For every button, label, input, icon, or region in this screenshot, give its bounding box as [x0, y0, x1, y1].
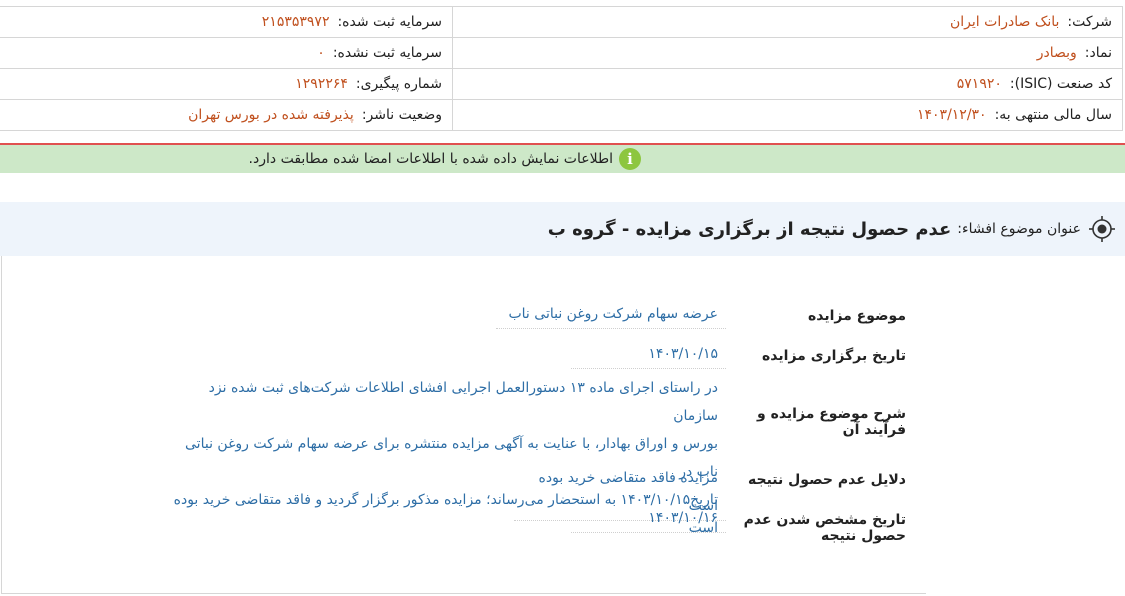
target-icon: [1089, 216, 1115, 242]
subject-title: عدم حصول نتیجه از برگزاری مزایده - گروه …: [547, 218, 952, 240]
tracking-cell: شماره پیگیری: ۱۲۹۲۲۶۴: [0, 68, 453, 100]
fiscal-year-label: سال مالی منتهی به:: [994, 107, 1112, 123]
subject-bar: عنوان موضوع افشاء: عدم حصول نتیجه از برگ…: [0, 202, 1125, 256]
detail-label: دلایل عدم حصول نتیجه: [748, 472, 906, 488]
company-cell: شرکت: بانک صادرات ایران: [452, 6, 1123, 38]
unregistered-capital-label: سرمایه ثبت نشده:: [332, 45, 442, 61]
detail-row-subject: موضوع مزایده عرضه سهام شرکت روغن نباتی ن…: [496, 300, 926, 329]
isic-value: ۵۷۱۹۲۰: [956, 76, 1002, 92]
fiscal-year-value: ۱۴۰۳/۱۲/۳۰: [916, 107, 987, 123]
company-label: شرکت:: [1067, 14, 1112, 30]
tracking-value: ۱۲۹۲۲۶۴: [295, 76, 348, 92]
registered-capital-cell: سرمایه ثبت شده: ۲۱۵۳۵۳۹۷۲: [0, 6, 453, 38]
symbol-label: نماد:: [1084, 45, 1112, 61]
detail-value: ۱۴۰۳/۱۰/۱۵: [571, 340, 726, 369]
info-row: نماد: وبصادر سرمایه ثبت نشده: ۰: [0, 37, 1123, 69]
publisher-status-cell: وضعیت ناشر: پذیرفته شده در بورس تهران: [0, 99, 453, 131]
info-row: شرکت: بانک صادرات ایران سرمایه ثبت شده: ۲۱…: [0, 6, 1123, 38]
isic-cell: کد صنعت (ISIC): ۵۷۱۹۲۰: [452, 68, 1123, 100]
verification-content: i اطلاعات نمایش داده شده با اطلاعات امضا…: [249, 148, 641, 170]
isic-label: کد صنعت (ISIC):: [1009, 76, 1112, 92]
symbol-value: وبصادر: [1036, 45, 1077, 61]
info-row: سال مالی منتهی به: ۱۴۰۳/۱۲/۳۰ وضعیت ناشر:…: [0, 99, 1123, 131]
detail-label: شرح موضوع مزایده و فرآیند آن: [757, 406, 906, 438]
detail-label: موضوع مزایده: [808, 308, 906, 324]
company-info-table: شرکت: بانک صادرات ایران سرمایه ثبت شده: ۲۱…: [0, 6, 1123, 131]
detail-row-determination-date: تاریخ مشخص شدن عدم حصول نتیجه ۱۴۰۳/۱۰/۱۶: [571, 504, 926, 544]
detail-row-date: تاریخ برگزاری مزایده ۱۴۰۳/۱۰/۱۵: [571, 340, 926, 369]
unregistered-capital-cell: سرمایه ثبت نشده: ۰: [0, 37, 453, 69]
tracking-label: شماره پیگیری:: [355, 76, 442, 92]
details-panel: موضوع مزایده عرضه سهام شرکت روغن نباتی ن…: [1, 256, 926, 594]
publisher-status-label: وضعیت ناشر:: [361, 107, 442, 123]
info-row: کد صنعت (ISIC): ۵۷۱۹۲۰ شماره پیگیری: ۱۲۹۲۲…: [0, 68, 1123, 100]
symbol-cell: نماد: وبصادر: [452, 37, 1123, 69]
unregistered-capital-value: ۰: [317, 45, 325, 61]
registered-capital-value: ۲۱۵۳۵۳۹۷۲: [261, 14, 330, 30]
detail-label: تاریخ مشخص شدن عدم حصول نتیجه: [743, 512, 906, 544]
detail-value: ۱۴۰۳/۱۰/۱۶: [571, 504, 726, 533]
info-icon: i: [619, 148, 641, 170]
detail-value: عرضه سهام شرکت روغن نباتی ناب: [496, 300, 726, 329]
detail-label: تاریخ برگزاری مزایده: [762, 348, 906, 364]
description-line: در راستای اجرای ماده ۱۳ دستورالعمل اجرای…: [208, 380, 718, 424]
registered-capital-label: سرمایه ثبت شده:: [337, 14, 442, 30]
verification-text: اطلاعات نمایش داده شده با اطلاعات امضا ش…: [248, 151, 613, 167]
company-value: بانک صادرات ایران: [950, 14, 1060, 30]
subject-label: عنوان موضوع افشاء:: [957, 221, 1081, 237]
fiscal-year-cell: سال مالی منتهی به: ۱۴۰۳/۱۲/۳۰: [452, 99, 1123, 131]
publisher-status-value: پذیرفته شده در بورس تهران: [188, 107, 354, 123]
verification-bar: i اطلاعات نمایش داده شده با اطلاعات امضا…: [0, 143, 1125, 173]
